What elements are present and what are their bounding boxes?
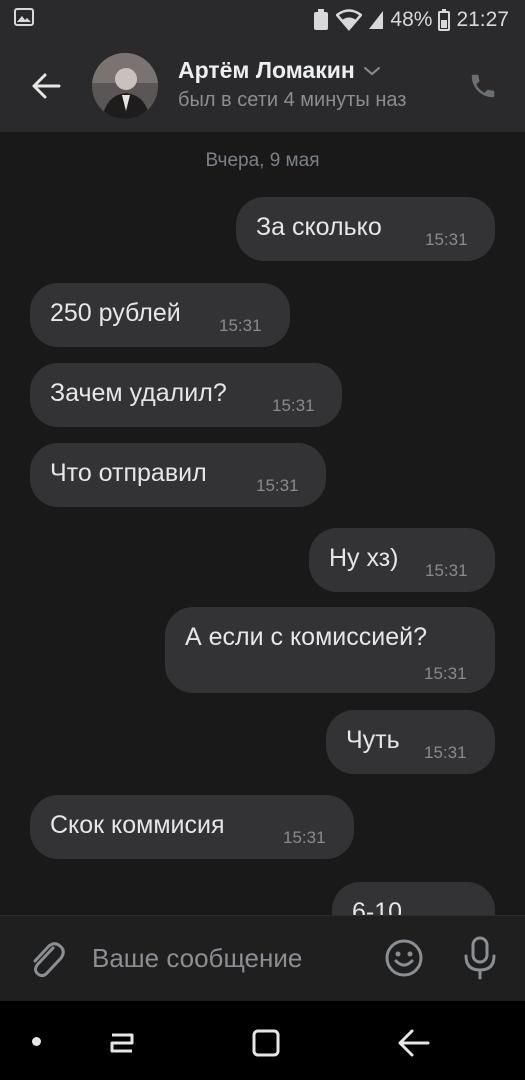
message-outgoing[interactable]: А если с комиссией? 15:31 — [165, 607, 495, 693]
message-outgoing[interactable]: За сколько 15:31 — [236, 197, 495, 261]
status-bar: 48% 21:27 — [0, 0, 525, 40]
back-nav-icon[interactable] — [394, 1023, 434, 1063]
smiley-icon — [385, 939, 423, 977]
last-seen-status: был в сети 4 минуты наз — [178, 89, 407, 111]
message-time: 15:31 — [425, 230, 468, 249]
system-navigation-bar — [0, 1001, 525, 1080]
message-outgoing[interactable]: Чуть 15:31 — [326, 710, 495, 774]
recycle-icon — [314, 9, 329, 30]
paperclip-icon — [33, 942, 65, 978]
avatar[interactable] — [92, 53, 158, 119]
back-button[interactable] — [20, 62, 72, 110]
nav-dot-indicator — [32, 1037, 41, 1046]
message-time: 15:31 — [272, 396, 315, 415]
date-separator: Вчера, 9 мая — [205, 150, 320, 171]
message-text: Скок коммисия — [50, 811, 225, 839]
contact-name[interactable]: Артём Ломакин — [178, 57, 381, 84]
message-incoming[interactable]: Что отправил 15:31 — [30, 443, 326, 507]
avatar-photo — [92, 53, 158, 119]
microphone-icon — [464, 936, 496, 980]
arrow-left-icon — [32, 73, 61, 99]
message-text: 250 рублей — [50, 299, 181, 327]
message-time: 15:31 — [424, 664, 467, 683]
message-time: 15:31 — [425, 561, 468, 580]
message-text: Зачем удалил? — [50, 379, 227, 407]
message-text: 6-10 — [352, 898, 403, 915]
chat-header: Артём Ломакин был в сети 4 минуты наз — [0, 40, 525, 132]
chevron-down-icon[interactable] — [363, 65, 381, 77]
emoji-button[interactable] — [382, 936, 426, 980]
attach-button[interactable] — [26, 936, 66, 980]
message-time: 15:31 — [256, 476, 299, 495]
message-outgoing[interactable]: Ну хз) 15:31 — [309, 528, 495, 592]
message-text: Ну хз) — [329, 544, 399, 572]
message-text: А если с комиссией? — [185, 623, 427, 651]
battery-percent: 48% — [390, 8, 433, 31]
wifi-icon — [336, 9, 363, 31]
message-text: Что отправил — [50, 459, 207, 487]
message-incoming[interactable]: Скок коммисия 15:31 — [30, 795, 354, 859]
message-incoming[interactable]: 250 рублей 15:31 — [30, 283, 290, 347]
home-icon[interactable] — [246, 1023, 286, 1063]
battery-icon — [438, 9, 451, 31]
gallery-notification-icon — [14, 8, 34, 26]
message-incoming[interactable]: Зачем удалил? 15:31 — [30, 363, 342, 427]
message-text: За сколько — [256, 213, 382, 241]
message-outgoing[interactable]: 6-10 — [332, 882, 495, 915]
call-button[interactable] — [463, 66, 503, 106]
clock: 21:27 — [456, 8, 509, 31]
phone-icon — [471, 74, 495, 98]
message-input[interactable]: Ваше сообщение — [92, 936, 362, 980]
voice-message-button[interactable] — [460, 934, 500, 982]
recent-apps-icon[interactable] — [102, 1023, 142, 1063]
message-list[interactable]: Вчера, 9 мая За сколько 15:31 250 рублей… — [0, 132, 525, 915]
message-time: 15:31 — [219, 316, 262, 335]
message-text: Чуть — [346, 726, 400, 754]
message-composer: Ваше сообщение — [0, 915, 525, 1002]
contact-name-text: Артём Ломакин — [178, 57, 355, 83]
message-time: 15:31 — [283, 828, 326, 847]
signal-icon — [369, 11, 384, 29]
message-time: 15:31 — [424, 743, 467, 762]
